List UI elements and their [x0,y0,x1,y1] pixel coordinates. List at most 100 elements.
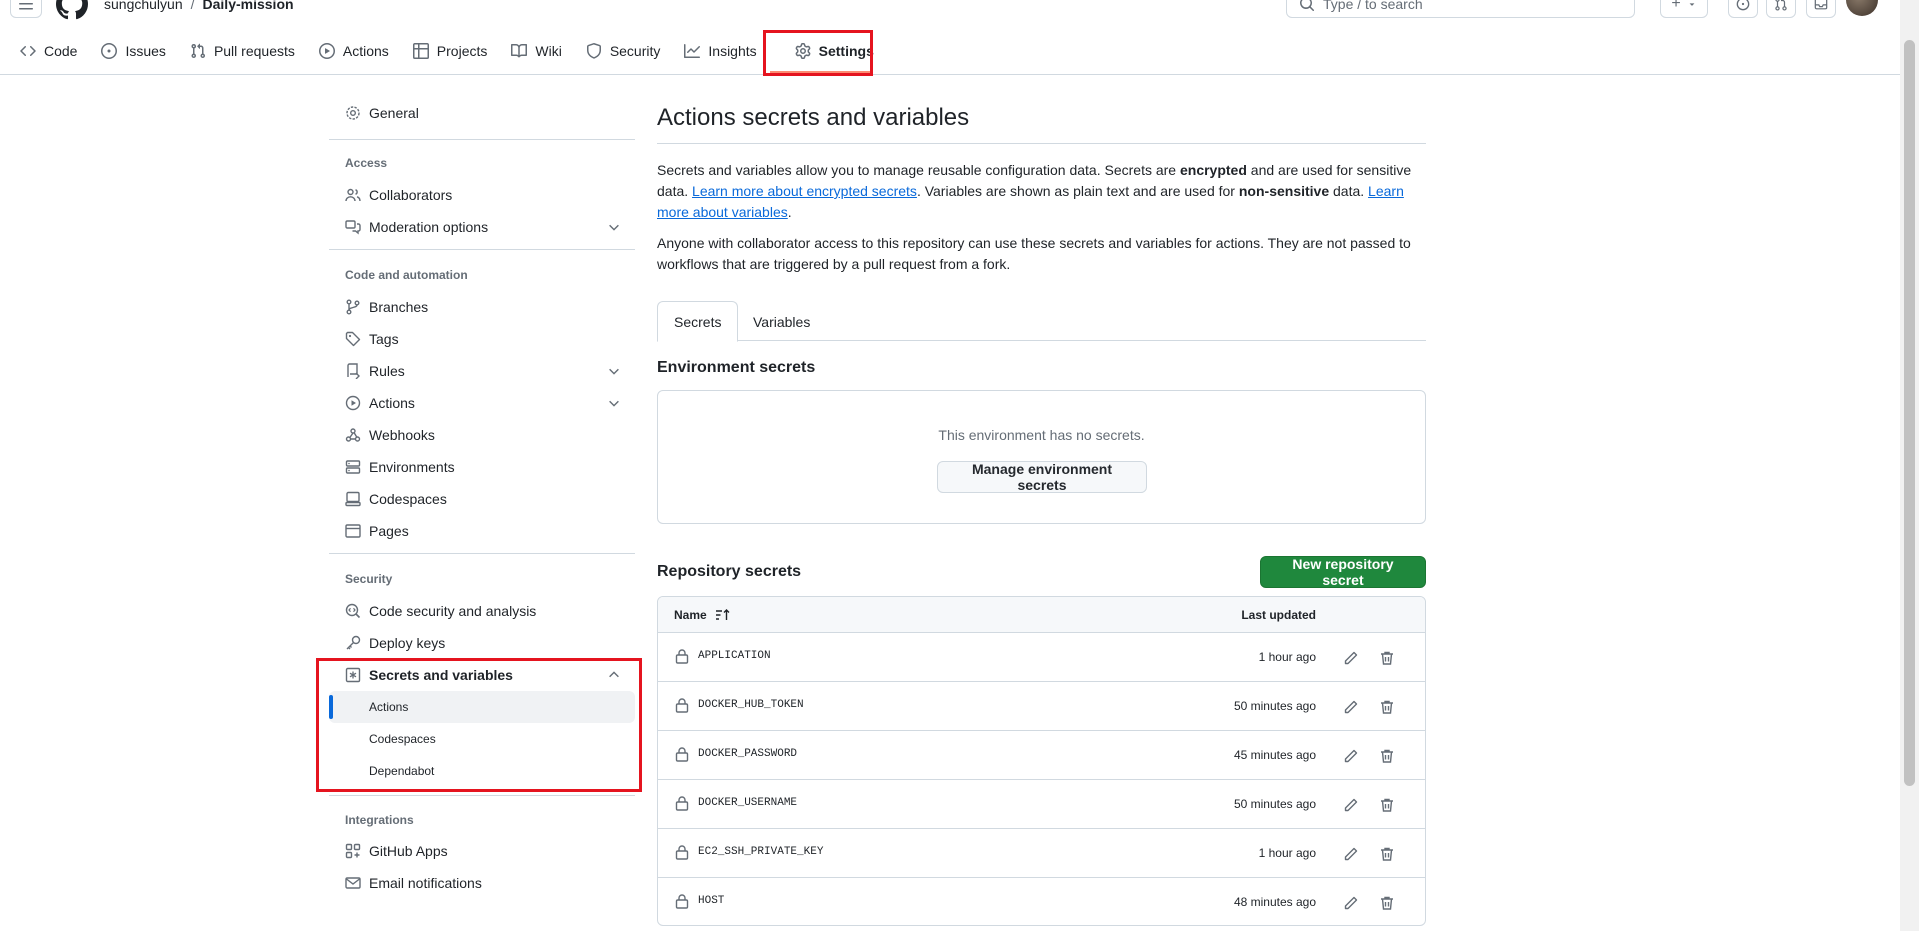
column-name-header[interactable]: Name [674,608,731,622]
edit-secret-button[interactable] [1339,744,1363,768]
pull-requests-button[interactable] [1766,0,1796,18]
sidebar-item-actions[interactable]: Actions [329,387,635,419]
delete-secret-button[interactable] [1375,793,1399,817]
inbox-button[interactable] [1806,0,1836,18]
create-new-button[interactable]: + [1660,0,1708,18]
active-indicator [329,695,333,719]
tab-actions[interactable]: Actions [307,33,401,69]
pencil-icon [1344,651,1358,665]
sidebar-item-label: GitHub Apps [369,843,448,859]
delete-secret-button[interactable] [1375,646,1399,670]
pull-request-icon [1775,0,1787,11]
tab-secrets[interactable]: Secrets [657,301,739,342]
tab-settings[interactable]: Settings [783,33,886,69]
sidebar-item-secrets-variables[interactable]: Secrets and variables [329,659,635,691]
tab-pull-requests-label: Pull requests [213,43,295,59]
delete-secret-button[interactable] [1375,695,1399,719]
desc-text: Secrets and variables allow you to manag… [657,162,1180,178]
sidebar-item-collaborators[interactable]: Collaborators [329,179,635,211]
tab-projects[interactable]: Projects [401,33,500,69]
edit-secret-button[interactable] [1339,793,1363,817]
sidebar-subitem-codespaces[interactable]: Codespaces [329,723,635,755]
search-input[interactable]: Type / to search [1286,0,1635,18]
sidebar-item-branches[interactable]: Branches [329,291,635,323]
secret-last-updated: 1 hour ago [1258,650,1316,664]
sidebar-subitem-actions[interactable]: Actions [329,691,635,723]
page-scrollbar[interactable] [1900,0,1919,931]
book-icon [511,43,528,58]
tab-insights[interactable]: Insights [672,33,768,69]
sidebar-item-label: Email notifications [369,875,482,891]
tab-code[interactable]: Code [8,33,89,69]
sidebar-item-label: Pages [369,523,409,539]
gear-icon [346,106,360,120]
sidebar-heading-access: Access [345,156,388,170]
sidebar-item-label: Codespaces [369,491,447,507]
global-header: sungchulyun / Daily-mission Type / to se… [0,0,1919,75]
sidebar-item-email-notifications[interactable]: Email notifications [329,867,635,899]
tab-security[interactable]: Security [574,33,673,69]
secret-last-updated: 50 minutes ago [1233,797,1316,811]
pencil-icon [1344,896,1358,910]
table-row: HOST 48 minutes ago [658,878,1425,925]
manage-environment-secrets-button[interactable]: Manage environment secrets [937,461,1147,493]
pencil-icon [1344,749,1358,763]
issues-button[interactable] [1728,0,1758,18]
sidebar-item-deploy-keys[interactable]: Deploy keys [329,627,635,659]
secrets-variables-tabs: Secrets Variables [657,301,1426,342]
scrollbar-thumb[interactable] [1904,40,1915,786]
table-row: EC2_SSH_PRIVATE_KEY 1 hour ago [658,829,1425,878]
secret-last-updated: 1 hour ago [1258,846,1316,860]
breadcrumb-repo[interactable]: Daily-mission [203,0,294,12]
chevron-down-icon [609,224,619,231]
tab-pull-requests[interactable]: Pull requests [178,33,307,69]
learn-more-secrets-link[interactable]: Learn more about encrypted secrets [692,183,917,199]
tab-variables[interactable]: Variables [737,301,826,342]
sidebar-item-codespaces[interactable]: Codespaces [329,483,635,515]
sidebar-item-tags[interactable]: Tags [329,323,635,355]
sidebar-heading-code-automation: Code and automation [345,268,468,282]
edit-secret-button[interactable] [1339,842,1363,866]
trash-icon [1381,798,1393,812]
sidebar-item-pages[interactable]: Pages [329,515,635,547]
lock-icon [675,649,689,664]
sidebar-item-environments[interactable]: Environments [329,451,635,483]
edit-secret-button[interactable] [1339,646,1363,670]
breadcrumb-owner[interactable]: sungchulyun [104,0,183,12]
pencil-icon [1344,847,1358,861]
search-icon [1300,0,1314,11]
secret-name: HOST [698,895,725,907]
delete-secret-button[interactable] [1375,744,1399,768]
edit-secret-button[interactable] [1339,891,1363,915]
column-last-updated-header: Last updated [1241,608,1316,622]
github-logo-icon[interactable] [56,0,88,20]
breadcrumb-separator: / [190,0,195,12]
sidebar-item-label: Actions [369,395,415,411]
sidebar-item-moderation[interactable]: Moderation options [329,211,635,243]
hamburger-menu-button[interactable] [10,0,42,18]
breadcrumb: sungchulyun / Daily-mission [104,0,294,12]
secret-name: DOCKER_HUB_TOKEN [698,699,804,711]
sidebar-item-code-security[interactable]: Code security and analysis [329,595,635,627]
table-row: APPLICATION 1 hour ago [658,633,1425,682]
sidebar-heading-security: Security [345,572,393,586]
sidebar-item-rules[interactable]: Rules [329,355,635,387]
tab-wiki[interactable]: Wiki [499,33,573,69]
sidebar-item-general[interactable]: General [329,97,635,129]
new-repository-secret-button[interactable]: New repository secret [1260,556,1426,588]
delete-secret-button[interactable] [1375,842,1399,866]
sidebar-item-github-apps[interactable]: GitHub Apps [329,835,635,867]
sidebar-subitem-dependabot[interactable]: Dependabot [329,755,635,787]
page-title: Actions secrets and variables [657,104,970,131]
lock-icon [675,747,689,762]
shield-icon [586,43,601,59]
tab-issues[interactable]: Issues [89,33,177,69]
sidebar-item-webhooks[interactable]: Webhooks [329,419,635,451]
desc-bold-non-sensitive: non-sensitive [1238,183,1330,199]
trash-icon [1381,749,1393,763]
edit-secret-button[interactable] [1339,695,1363,719]
avatar[interactable] [1846,0,1878,16]
secret-name: APPLICATION [698,650,771,662]
delete-secret-button[interactable] [1375,891,1399,915]
sidebar-item-label: Secrets and variables [369,667,513,683]
